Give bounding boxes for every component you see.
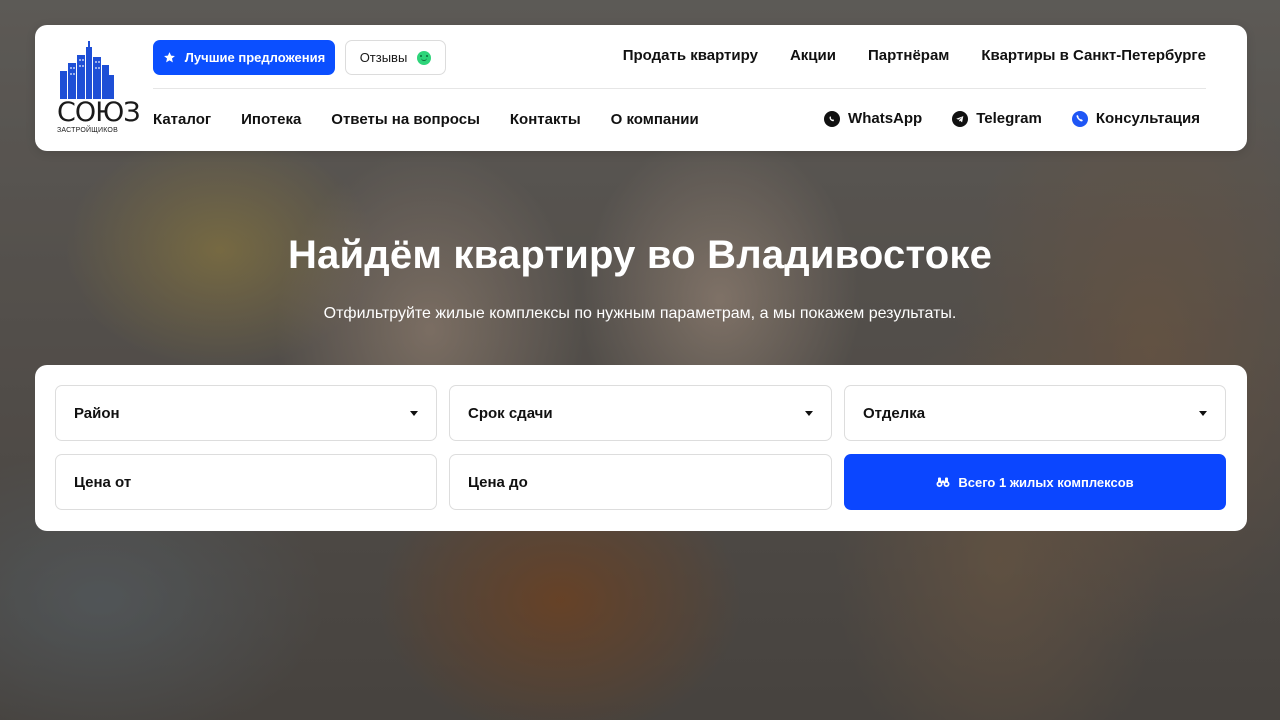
nav-mortgage[interactable]: Ипотека (241, 111, 301, 128)
hero-subtitle: Отфильтруйте жилые комплексы по нужным п… (323, 305, 957, 322)
deadline-select[interactable]: Срок сдачи (449, 385, 832, 441)
reviews-button[interactable]: Отзывы (345, 40, 446, 75)
best-offers-label: Лучшие предложения (184, 50, 326, 65)
consultation-label: Консультация (1095, 110, 1200, 127)
telegram-icon (952, 110, 969, 127)
city-skyline-icon (60, 41, 114, 99)
link-sell-apartment[interactable]: Продать квартиру (623, 47, 758, 64)
nav-catalog[interactable]: Каталог (153, 111, 211, 128)
show-results-label: Всего 1 жилых комплексов (958, 474, 1134, 490)
price-from-placeholder: Цена от (74, 473, 132, 491)
smile-icon (417, 50, 432, 65)
deadline-select-label: Срок сдачи (468, 404, 553, 422)
telegram-link[interactable]: Telegram (952, 110, 1042, 127)
header-divider (153, 88, 1206, 89)
filter-panel: Район Срок сдачи Отделка Цена от Цена до… (35, 365, 1247, 531)
show-results-button[interactable]: Всего 1 жилых комплексов (844, 454, 1226, 510)
whatsapp-link[interactable]: WhatsApp (824, 110, 922, 127)
caret-down-icon (1199, 410, 1207, 416)
nav-contacts[interactable]: Контакты (510, 111, 581, 128)
whatsapp-label: WhatsApp (848, 110, 923, 127)
reviews-label: Отзывы (359, 50, 408, 65)
finishing-select[interactable]: Отделка (844, 385, 1226, 441)
price-from-input[interactable]: Цена от (55, 454, 437, 510)
main-nav: Каталог Ипотека Ответы на вопросы Контак… (153, 111, 699, 128)
link-partners[interactable]: Партнёрам (868, 47, 949, 64)
link-promotions[interactable]: Акции (790, 47, 836, 64)
district-select[interactable]: Район (55, 385, 437, 441)
telegram-label: Telegram (976, 110, 1042, 127)
finishing-select-label: Отделка (863, 404, 926, 422)
star-icon (163, 52, 175, 63)
phone-icon (1071, 110, 1088, 127)
whatsapp-icon (824, 110, 841, 127)
consultation-link[interactable]: Консультация (1071, 110, 1200, 127)
top-links: Продать квартиру Акции Партнёрам Квартир… (623, 47, 1206, 64)
link-spb-apartments[interactable]: Квартиры в Санкт-Петербурге (981, 47, 1206, 64)
contact-links: WhatsApp Telegram Консультация (824, 110, 1200, 127)
nav-about[interactable]: О компании (611, 111, 699, 128)
caret-down-icon (805, 410, 813, 416)
binoculars-icon (936, 477, 950, 487)
logo-wordmark: СОЮЗ (57, 97, 141, 128)
logo-subtitle: ЗАСТРОЙЩИКОВ (57, 127, 118, 134)
caret-down-icon (410, 410, 418, 416)
hero-title: Найдём квартиру во Владивостоке (287, 233, 993, 277)
nav-faq[interactable]: Ответы на вопросы (331, 111, 480, 128)
best-offers-button[interactable]: Лучшие предложения (153, 40, 335, 75)
site-header: СОЮЗ ЗАСТРОЙЩИКОВ Лучшие предложения Отз… (35, 25, 1247, 151)
logo[interactable]: СОЮЗ ЗАСТРОЙЩИКОВ (57, 41, 141, 137)
district-select-label: Район (74, 404, 120, 422)
price-to-placeholder: Цена до (468, 473, 528, 491)
price-to-input[interactable]: Цена до (449, 454, 832, 510)
